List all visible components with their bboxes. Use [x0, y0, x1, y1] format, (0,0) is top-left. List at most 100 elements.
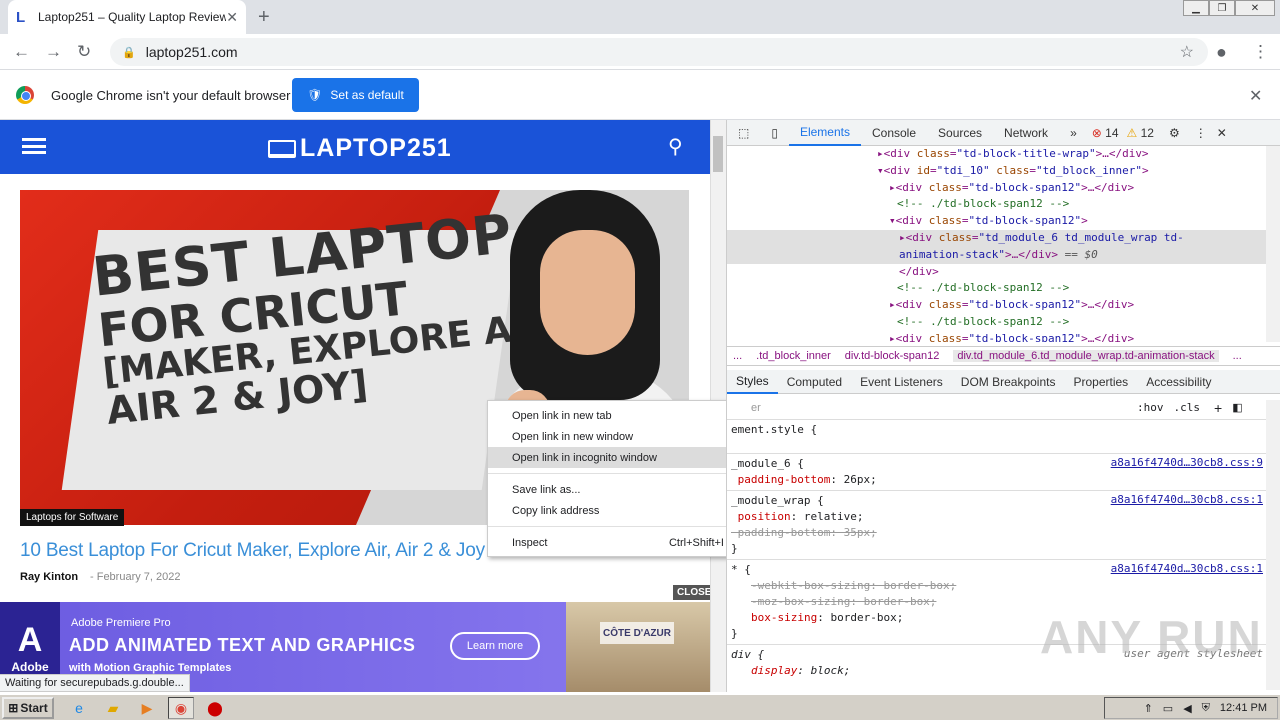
new-rule-icon[interactable]: +	[1214, 400, 1222, 416]
menu-icon[interactable]: ⋮	[1252, 42, 1269, 62]
inspect-element-icon[interactable]: ⬚	[727, 120, 760, 146]
breadcrumb-item[interactable]: div.td_module_6.td_module_wrap.td-animat…	[953, 350, 1219, 362]
dom-node[interactable]: ▸<div class="td-block-span12">…</div>	[727, 297, 1267, 314]
rule-declaration-overridden[interactable]: padding-bottom: 35px;	[731, 525, 1267, 541]
shield-app-icon[interactable]: ⬤	[206, 699, 224, 717]
style-rule[interactable]: _module_wrap { a8a16f4740d…30cb8.css:1 p…	[727, 491, 1267, 560]
rule-declaration-overridden[interactable]: -webkit-box-sizing: border-box;	[731, 578, 1267, 594]
dom-tree-scrollbar[interactable]	[1266, 146, 1280, 342]
dom-tree[interactable]: ▸<div class="td-block-title-wrap">…</div…	[727, 146, 1267, 342]
chrome-taskbar-icon[interactable]: ◉	[168, 697, 194, 719]
site-logo[interactable]: LAPTOP251	[268, 134, 452, 163]
folder-icon[interactable]: ▰	[104, 699, 122, 717]
dom-node[interactable]: ▾<div class="td-block-span12">	[727, 213, 1267, 230]
styles-scrollbar[interactable]	[1266, 400, 1280, 690]
more-tabs-icon[interactable]: »	[1059, 120, 1088, 146]
volume-icon[interactable]: ◀	[1183, 702, 1191, 715]
tab-event-listeners[interactable]: Event Listeners	[851, 370, 952, 394]
ad-close-button[interactable]: CLOSE	[673, 585, 710, 600]
page-scrollbar-thumb[interactable]	[713, 136, 723, 172]
back-icon[interactable]: ←	[13, 42, 30, 62]
article-author[interactable]: Ray Kinton	[20, 571, 78, 583]
rule-declaration[interactable]: display: block;	[731, 663, 1267, 679]
settings-gear-icon[interactable]: ⚙	[1158, 120, 1191, 146]
menu-open-incognito[interactable]: Open link in incognito window	[488, 447, 752, 468]
menu-open-new-window[interactable]: Open link in new window	[488, 426, 752, 447]
dom-node[interactable]: ▸<div class="td-block-span12">…</div>	[727, 180, 1267, 197]
learn-more-button[interactable]: Learn more	[450, 632, 540, 660]
tab-styles[interactable]: Styles	[727, 370, 778, 394]
breadcrumb-item[interactable]: div.td-block-span12	[845, 350, 940, 362]
menu-inspect[interactable]: Inspect Ctrl+Shift+I	[488, 532, 752, 553]
rule-declaration[interactable]: padding-bottom: 26px;	[731, 472, 1267, 488]
style-rule[interactable]: ement.style {	[727, 420, 1267, 454]
chrome-icon	[16, 86, 34, 104]
category-badge[interactable]: Laptops for Software	[20, 509, 125, 526]
lock-icon[interactable]: 🔒	[122, 46, 136, 59]
tab-dom-breakpoints[interactable]: DOM Breakpoints	[952, 370, 1065, 394]
rule-source-link[interactable]: a8a16f4740d…30cb8.css:9	[1111, 456, 1263, 469]
tray-arrow-icon[interactable]: ⇑	[1144, 702, 1153, 715]
tab-accessibility[interactable]: Accessibility	[1137, 370, 1220, 394]
breadcrumb-item[interactable]: ...	[1233, 350, 1242, 362]
menu-copy-link[interactable]: Copy link address	[488, 500, 752, 521]
dom-comment[interactable]: <!-- ./td-block-span12 -->	[727, 196, 1267, 213]
cls-toggle[interactable]: .cls	[1174, 401, 1201, 414]
dom-comment[interactable]: <!-- ./td-block-span12 -->	[727, 314, 1267, 331]
tab-properties[interactable]: Properties	[1064, 370, 1137, 394]
hov-toggle[interactable]: :hov	[1137, 401, 1164, 414]
device-toolbar-icon[interactable]: ▯	[760, 120, 789, 146]
styles-filter-input[interactable]: er	[727, 402, 1117, 414]
rule-source-link[interactable]: a8a16f4740d…30cb8.css:1	[1111, 562, 1263, 575]
address-bar[interactable]: 🔒 laptop251.com ☆	[110, 38, 1208, 66]
article-date: - February 7, 2022	[90, 571, 181, 583]
article-title-link[interactable]: 10 Best Laptop For Cricut Maker, Explore…	[20, 540, 551, 562]
devtools-menu-icon[interactable]: ⋮	[1191, 120, 1211, 146]
start-button[interactable]: ⊞ Start	[2, 697, 54, 719]
tab-computed[interactable]: Computed	[778, 370, 851, 394]
error-count[interactable]: ⊗ 14	[1088, 120, 1123, 146]
security-icon[interactable]: ⛨	[1202, 702, 1210, 715]
media-player-icon[interactable]: ▶	[138, 699, 156, 717]
breadcrumb-item[interactable]: .td_block_inner	[756, 350, 831, 362]
warning-count[interactable]: ⚠ 12	[1123, 120, 1158, 146]
ad-subline: with Motion Graphic Templates	[69, 662, 232, 674]
reload-icon[interactable]: ↻	[77, 42, 91, 62]
dom-node[interactable]: ▸<div class="td-block-span12">…</div>	[727, 331, 1267, 342]
minimize-icon[interactable]: ▁	[1183, 0, 1209, 16]
network-icon[interactable]: ▭	[1163, 702, 1173, 715]
restore-icon[interactable]: ❐	[1209, 0, 1235, 16]
devtools-close-icon[interactable]: ✕	[1211, 120, 1233, 146]
menu-open-new-tab[interactable]: Open link in new tab	[488, 405, 752, 426]
rule-declaration[interactable]: position: relative;	[731, 509, 1267, 525]
infobar-close-icon[interactable]: ✕	[1249, 86, 1262, 106]
hamburger-menu-icon[interactable]	[22, 138, 46, 154]
toggle-sidebar-icon[interactable]: ◧	[1232, 401, 1242, 414]
browser-tab[interactable]: L Laptop251 – Quality Laptop Reviews ✕	[8, 0, 246, 34]
dom-node-selected-cont[interactable]: animation-stack">…</div> == $0	[727, 246, 1267, 264]
tab-network[interactable]: Network	[993, 120, 1059, 146]
breadcrumb-item[interactable]: ...	[733, 350, 742, 362]
close-tab-icon[interactable]: ✕	[226, 9, 238, 26]
ie-icon[interactable]: e	[70, 699, 88, 717]
rule-declaration-overridden[interactable]: -moz-box-sizing: border-box;	[731, 594, 1267, 610]
tab-elements[interactable]: Elements	[788, 120, 861, 146]
close-window-icon[interactable]: ✕	[1235, 0, 1275, 16]
clock[interactable]: 12:41 PM	[1220, 702, 1267, 714]
menu-save-link[interactable]: Save link as...	[488, 479, 752, 500]
style-rule[interactable]: _module_6 { a8a16f4740d…30cb8.css:9 padd…	[727, 454, 1267, 491]
dom-node[interactable]: </div>	[727, 264, 1267, 281]
site-search-icon[interactable]: ⚲	[668, 134, 683, 159]
profile-icon[interactable]: ●	[1216, 42, 1227, 63]
dom-node[interactable]: ▾<div id="tdi_10" class="td_block_inner"…	[727, 163, 1267, 180]
dom-node[interactable]: ▸<div class="td-block-title-wrap">…</div…	[727, 146, 1267, 163]
forward-icon[interactable]: →	[45, 42, 62, 62]
dom-comment[interactable]: <!-- ./td-block-span12 -->	[727, 280, 1267, 297]
bookmark-star-icon[interactable]: ☆	[1180, 42, 1194, 62]
tab-console[interactable]: Console	[861, 120, 927, 146]
new-tab-icon[interactable]: +	[258, 6, 270, 29]
set-default-button[interactable]: 🛡 Set as default	[292, 78, 419, 112]
rule-source-link[interactable]: a8a16f4740d…30cb8.css:1	[1111, 493, 1263, 506]
dom-node-selected[interactable]: ▸<div class="td_module_6 td_module_wrap …	[727, 229, 1267, 247]
tab-sources[interactable]: Sources	[927, 120, 993, 146]
